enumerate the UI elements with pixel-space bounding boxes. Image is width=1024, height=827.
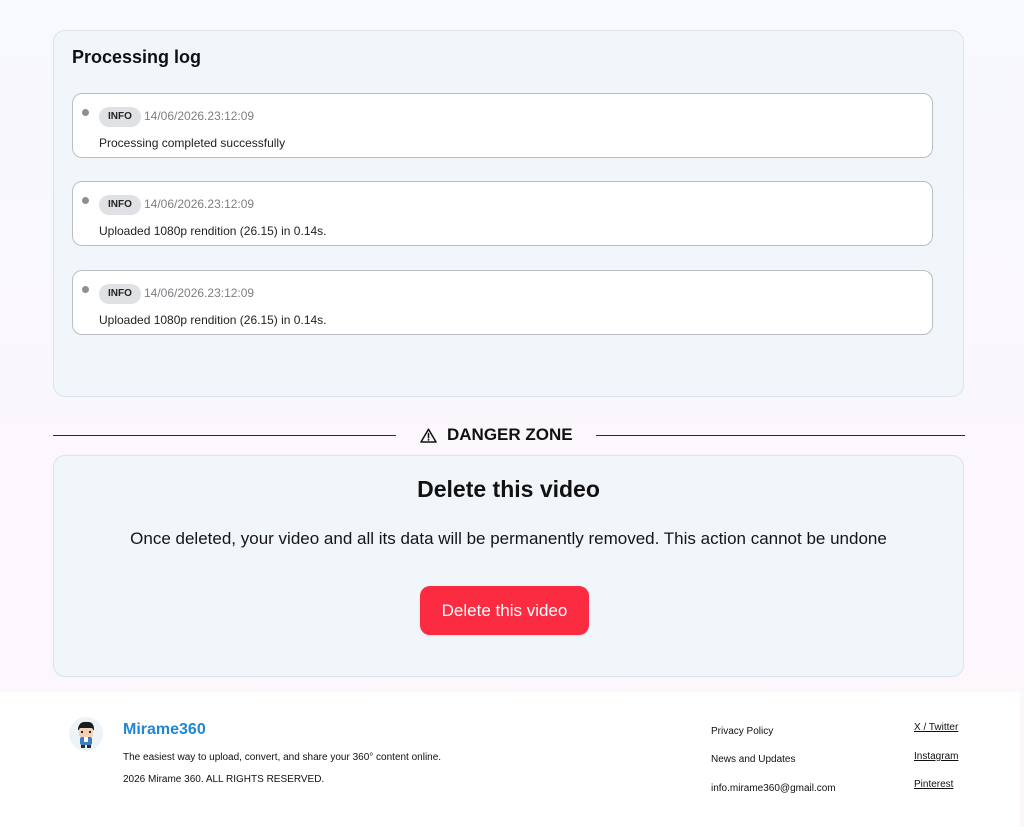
log-level-badge: INFO bbox=[99, 107, 141, 127]
footer-tagline: The easiest way to upload, convert, and … bbox=[123, 752, 442, 763]
instagram-link[interactable]: Instagram bbox=[914, 751, 958, 762]
log-status-dot bbox=[82, 197, 89, 204]
danger-zone-divider-right bbox=[596, 435, 965, 436]
log-entry: INFO 14/06/2026.23:12:09 Uploaded 1080p … bbox=[72, 270, 933, 335]
warning-icon bbox=[420, 427, 437, 443]
danger-zone-heading: DANGER ZONE bbox=[420, 424, 573, 446]
delete-video-panel: Delete this video Once deleted, your vid… bbox=[53, 455, 964, 677]
log-level-badge: INFO bbox=[99, 284, 141, 304]
log-timestamp: 14/06/2026.23:12:09 bbox=[144, 197, 255, 211]
mascot-logo-icon[interactable] bbox=[68, 716, 104, 752]
log-message: Uploaded 1080p rendition (26.15) in 0.14… bbox=[99, 313, 327, 327]
log-level-badge: INFO bbox=[99, 195, 141, 215]
log-status-dot bbox=[82, 286, 89, 293]
footer-brand-name[interactable]: Mirame360 bbox=[123, 721, 206, 739]
twitter-link[interactable]: X / Twitter bbox=[914, 722, 958, 733]
log-entry: INFO 14/06/2026.23:12:09 Processing comp… bbox=[72, 93, 933, 158]
news-updates-link[interactable]: News and Updates bbox=[711, 754, 796, 765]
log-timestamp: 14/06/2026.23:12:09 bbox=[144, 109, 255, 123]
contact-email-link[interactable]: info.mirame360@gmail.com bbox=[711, 783, 836, 794]
processing-log-panel: Processing log INFO 14/06/2026.23:12:09 … bbox=[53, 30, 964, 397]
danger-zone-divider-left bbox=[53, 435, 396, 436]
delete-video-title: Delete this video bbox=[417, 476, 600, 502]
log-timestamp: 14/06/2026.23:12:09 bbox=[144, 286, 255, 300]
delete-video-button[interactable]: Delete this video bbox=[420, 586, 589, 635]
log-entry: INFO 14/06/2026.23:12:09 Uploaded 1080p … bbox=[72, 181, 933, 246]
processing-log-title: Processing log bbox=[72, 47, 202, 67]
pinterest-link[interactable]: Pinterest bbox=[914, 779, 953, 790]
log-status-dot bbox=[82, 109, 89, 116]
delete-video-description: Once deleted, your video and all its dat… bbox=[130, 529, 887, 548]
footer-copyright: 2026 Mirame 360. ALL RIGHTS RESERVED. bbox=[123, 774, 325, 785]
log-message: Processing completed successfully bbox=[99, 136, 286, 150]
danger-zone-label: DANGER ZONE bbox=[447, 425, 573, 444]
log-message: Uploaded 1080p rendition (26.15) in 0.14… bbox=[99, 224, 327, 238]
privacy-policy-link[interactable]: Privacy Policy bbox=[711, 726, 773, 737]
site-footer: Mirame360 The easiest way to upload, con… bbox=[0, 692, 1020, 827]
